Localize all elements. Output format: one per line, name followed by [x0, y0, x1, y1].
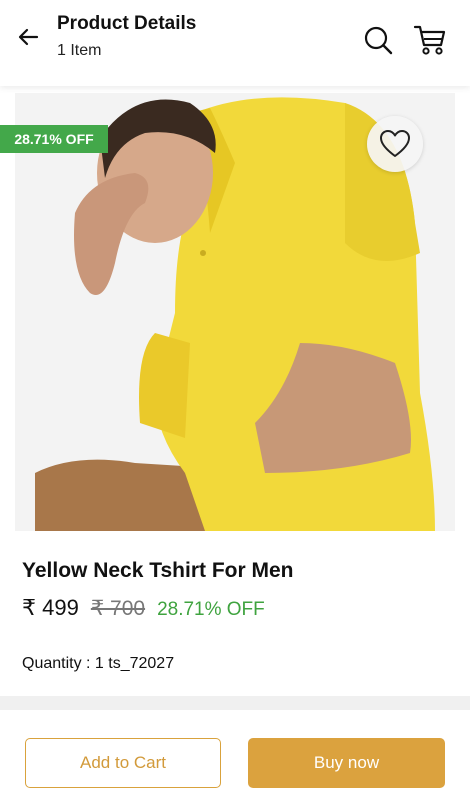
discount-text: 28.71% OFF — [157, 599, 265, 620]
back-button[interactable] — [14, 22, 44, 52]
add-to-cart-button[interactable]: Add to Cart — [25, 738, 221, 788]
sale-price: ₹ 499 — [22, 595, 79, 620]
cart-icon — [413, 25, 446, 55]
product-name: Yellow Neck Tshirt For Men — [22, 559, 294, 582]
search-icon — [364, 26, 393, 55]
original-price: ₹ 700 — [90, 597, 146, 620]
wishlist-button[interactable] — [367, 116, 423, 172]
price-row: ₹ 499 ₹ 700 28.71% OFF — [22, 595, 265, 621]
search-button[interactable] — [362, 24, 394, 56]
bottom-action-bar: Add to Cart Buy now — [0, 710, 470, 800]
item-count: 1 Item — [57, 42, 102, 59]
arrow-left-icon — [18, 28, 39, 46]
buy-now-button[interactable]: Buy now — [248, 738, 445, 788]
discount-badge: 28.71% OFF — [0, 125, 108, 153]
quantity-text: Quantity : 1 ts_72027 — [22, 655, 175, 672]
heart-outline-icon — [380, 130, 410, 157]
section-divider — [0, 696, 470, 710]
product-details: Yellow Neck Tshirt For Men ₹ 499 ₹ 700 2… — [0, 531, 470, 696]
page-title: Product Details — [57, 13, 197, 34]
product-details-screen: Product Details 1 Item 28.71% OFF Yellow… — [0, 0, 470, 800]
cart-button[interactable] — [412, 22, 448, 58]
app-header: Product Details 1 Item — [0, 0, 470, 86]
